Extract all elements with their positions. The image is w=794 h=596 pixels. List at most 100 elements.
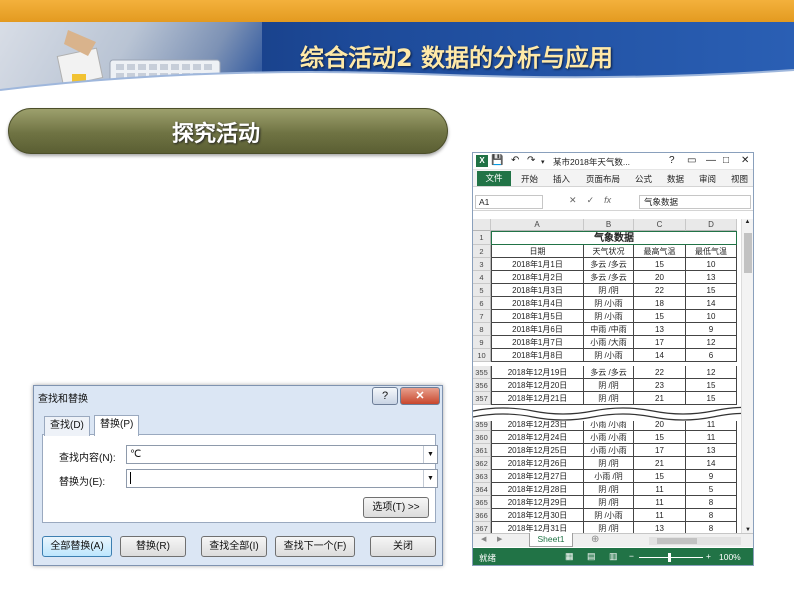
table-cell[interactable]: 11 [634,483,686,496]
row-header[interactable]: 360 [473,431,491,444]
table-cell[interactable]: 阴 /阴 [584,496,634,509]
table-cell[interactable]: 2018年1月4日 [491,297,584,310]
tab-insert[interactable]: 插入 [553,173,570,185]
table-cell[interactable]: 阴 /阴 [584,379,634,392]
replace-button[interactable]: 替换(R) [120,536,186,557]
row-header[interactable]: 356 [473,379,491,392]
table-cell[interactable]: 多云 /多云 [584,258,634,271]
header-cell[interactable]: 最高气温 [634,245,686,258]
table-cell[interactable]: 2018年12月27日 [491,470,584,483]
table-cell[interactable]: 22 [634,284,686,297]
table-cell[interactable]: 小雨 /阴 [584,470,634,483]
table-cell[interactable]: 2018年1月8日 [491,349,584,362]
row-header[interactable]: 5 [473,284,491,297]
column-header[interactable]: B [584,219,634,231]
row-header[interactable]: 6 [473,297,491,310]
table-cell[interactable]: 2018年12月30日 [491,509,584,522]
minimize-icon[interactable]: — [706,155,716,167]
table-cell[interactable]: 2018年1月5日 [491,310,584,323]
close-icon[interactable]: ✕ [741,155,749,167]
horizontal-scrollbar[interactable] [649,537,741,545]
column-header[interactable]: D [686,219,737,231]
table-cell[interactable]: 2018年12月26日 [491,457,584,470]
row-header[interactable]: 4 [473,271,491,284]
table-cell[interactable]: 15 [686,284,737,297]
row-header[interactable]: 364 [473,483,491,496]
zoom-in-icon[interactable]: + [706,551,711,561]
save-icon[interactable]: 💾 [491,155,503,167]
table-cell[interactable]: 2018年1月7日 [491,336,584,349]
table-cell[interactable]: 2018年12月20日 [491,379,584,392]
table-cell[interactable]: 21 [634,392,686,405]
table-cell[interactable]: 阴 /小雨 [584,310,634,323]
tab-home[interactable]: 开始 [521,173,538,185]
row-header[interactable]: 357 [473,392,491,405]
zoom-level[interactable]: 100% [719,552,741,562]
select-all-corner[interactable] [473,219,491,231]
row-header[interactable]: 363 [473,470,491,483]
zoom-slider[interactable] [639,553,703,562]
zoom-out-icon[interactable]: − [629,551,634,561]
table-cell[interactable]: 12 [686,336,737,349]
tab-find[interactable]: 查找(D) [44,416,90,436]
scroll-up-icon[interactable]: ▲ [742,219,753,225]
table-cell[interactable]: 10 [686,310,737,323]
undo-icon[interactable]: ↶ [511,155,519,167]
table-cell[interactable]: 21 [634,457,686,470]
tab-view[interactable]: 视图 [731,173,748,185]
table-cell[interactable]: 阴 /小雨 [584,349,634,362]
customize-toolbar-icon[interactable]: ▾ [541,157,545,169]
dropdown-arrow-icon[interactable]: ▼ [423,470,437,487]
table-cell[interactable]: 2018年12月24日 [491,431,584,444]
header-cell[interactable]: 天气状况 [584,245,634,258]
table-cell[interactable]: 2018年1月6日 [491,323,584,336]
replace-all-button[interactable]: 全部替换(A) [42,536,112,557]
row-header[interactable]: 355 [473,366,491,379]
table-cell[interactable]: 阴 /小雨 [584,297,634,310]
table-cell[interactable]: 15 [634,431,686,444]
merged-title-cell[interactable]: 气象数据 [491,231,737,245]
table-cell[interactable]: 阴 /阴 [584,483,634,496]
tab-formulas[interactable]: 公式 [635,173,652,185]
table-cell[interactable]: 2018年1月2日 [491,271,584,284]
table-cell[interactable]: 18 [634,297,686,310]
maximize-icon[interactable]: □ [723,155,729,167]
table-cell[interactable]: 9 [686,323,737,336]
table-cell[interactable]: 2018年12月25日 [491,444,584,457]
tab-data[interactable]: 数据 [667,173,684,185]
h-scroll-thumb[interactable] [657,538,697,544]
table-cell[interactable]: 8 [686,509,737,522]
table-cell[interactable]: 阴 /阴 [584,392,634,405]
table-cell[interactable]: 11 [686,431,737,444]
table-cell[interactable]: 11 [634,509,686,522]
table-cell[interactable]: 小雨 /小雨 [584,431,634,444]
table-cell[interactable]: 2018年1月1日 [491,258,584,271]
table-cell[interactable]: 13 [686,271,737,284]
ribbon-display-icon[interactable]: ▭ [687,155,696,167]
column-header[interactable]: A [491,219,584,231]
find-all-button[interactable]: 查找全部(I) [201,536,267,557]
row-header[interactable]: 2 [473,245,491,258]
table-cell[interactable]: 8 [686,496,737,509]
header-cell[interactable]: 日期 [491,245,584,258]
table-cell[interactable]: 22 [634,366,686,379]
find-what-input[interactable]: ℃ ▼ [126,445,438,464]
table-cell[interactable]: 14 [686,297,737,310]
tab-review[interactable]: 审阅 [699,173,716,185]
insert-function-icon[interactable]: fx [604,195,611,205]
table-cell[interactable]: 11 [634,496,686,509]
table-cell[interactable]: 2018年12月29日 [491,496,584,509]
table-cell[interactable]: 小雨 /大雨 [584,336,634,349]
table-cell[interactable]: 5 [686,483,737,496]
row-header[interactable]: 3 [473,258,491,271]
close-button[interactable]: 关闭 [370,536,436,557]
row-header[interactable]: 1 [473,231,491,245]
table-cell[interactable]: 17 [634,444,686,457]
vertical-scrollbar[interactable]: ▲ ▼ [741,219,753,533]
table-cell[interactable]: 15 [686,379,737,392]
row-header[interactable]: 9 [473,336,491,349]
table-cell[interactable]: 9 [686,470,737,483]
table-cell[interactable]: 15 [634,310,686,323]
cancel-entry-icon[interactable]: ✕ [569,195,577,205]
table-cell[interactable]: 阴 /阴 [584,284,634,297]
